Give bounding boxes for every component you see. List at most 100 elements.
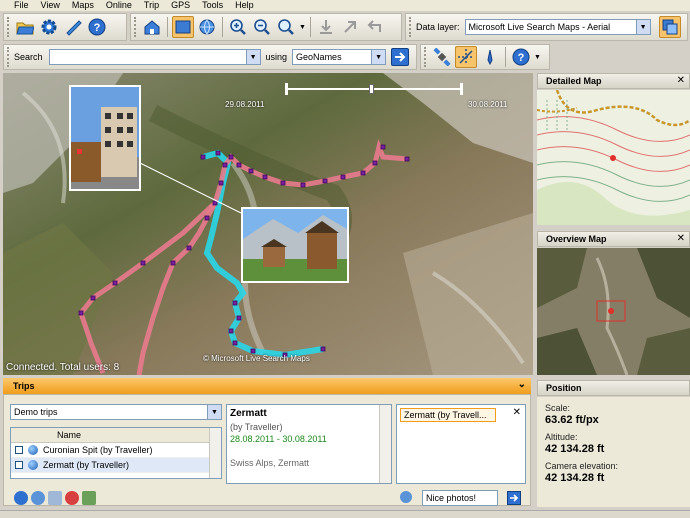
- ruler-button[interactable]: [62, 16, 84, 38]
- photo-village-image: [243, 209, 347, 281]
- upload-button[interactable]: [339, 16, 361, 38]
- arrow-right-icon: [510, 494, 519, 502]
- toolbar-separator: [505, 47, 506, 67]
- edit-icon[interactable]: [48, 491, 62, 505]
- trip-visible-checkbox[interactable]: [15, 446, 23, 454]
- time-slider-track: [285, 88, 463, 90]
- chevron-down-icon[interactable]: ▼: [299, 24, 306, 31]
- close-icon[interactable]: ✕: [677, 75, 685, 86]
- toolbar-grip[interactable]: [7, 47, 10, 67]
- menu-trip[interactable]: Trip: [144, 0, 159, 11]
- settings-button[interactable]: [38, 16, 60, 38]
- zoom-menu-button[interactable]: [275, 16, 297, 38]
- refresh-icon[interactable]: [31, 491, 45, 505]
- view-2d-button[interactable]: [172, 16, 194, 38]
- map-view[interactable]: 29.08.2011 30.08.2011 © Microsoft Live S…: [3, 73, 533, 375]
- trips-collection-value: Demo trips: [14, 407, 58, 417]
- menu-help[interactable]: Help: [235, 0, 254, 11]
- download-button[interactable]: [315, 16, 337, 38]
- pin-button[interactable]: [479, 46, 501, 68]
- trip-comments-tab[interactable]: Zermatt (by Travell...: [400, 408, 496, 422]
- zoom-out-icon: [254, 19, 270, 35]
- toolbar-grip[interactable]: [7, 17, 10, 37]
- satellite-button[interactable]: [431, 46, 453, 68]
- home-icon: [144, 20, 160, 35]
- chevron-down-icon: ▼: [245, 50, 260, 64]
- zoom-out-button[interactable]: [251, 16, 273, 38]
- search-go-button[interactable]: [391, 48, 410, 66]
- help-icon: ?: [88, 18, 106, 36]
- detailed-map-view[interactable]: [537, 90, 690, 225]
- chevron-down-icon[interactable]: ▼: [534, 54, 541, 61]
- position-header: Position: [537, 380, 690, 396]
- back-arrow-icon: [367, 20, 381, 32]
- photo-grid-icon[interactable]: [82, 491, 96, 505]
- toolbar-grip[interactable]: [424, 47, 427, 67]
- toolbar-grip[interactable]: [409, 17, 412, 37]
- trip-row-curonian[interactable]: Curonian Spit (by Traveller): [11, 443, 221, 458]
- trips-list-header: Name: [11, 428, 221, 443]
- help-button[interactable]: ?: [86, 16, 108, 38]
- column-name-header[interactable]: Name: [57, 430, 81, 440]
- search-input[interactable]: ▼: [48, 49, 261, 65]
- layers-button[interactable]: [658, 16, 681, 38]
- zoom-in-icon: [230, 19, 246, 35]
- trip-row-zermatt[interactable]: Zermatt (by Traveller): [11, 458, 221, 473]
- folder-icon: [16, 22, 34, 35]
- menu-tools[interactable]: Tools: [202, 0, 223, 11]
- trip-name: Curonian Spit (by Traveller): [43, 445, 153, 455]
- chevron-down-icon[interactable]: ⌄: [518, 379, 526, 390]
- time-slider-end-handle[interactable]: [460, 83, 463, 95]
- trip-details: Zermatt (by Traveller) 28.08.2011 - 30.0…: [226, 404, 392, 484]
- menu-file[interactable]: File: [14, 0, 29, 11]
- send-comment-button[interactable]: [507, 491, 521, 505]
- menu-view[interactable]: View: [41, 0, 60, 11]
- info-icon[interactable]: [14, 491, 28, 505]
- trip-name: Zermatt (by Traveller): [43, 460, 130, 470]
- trip-details-scrollbar[interactable]: [379, 405, 391, 483]
- time-slider-start-handle[interactable]: [285, 83, 288, 95]
- menu-online[interactable]: Online: [106, 0, 132, 11]
- close-icon[interactable]: ✕: [677, 233, 685, 244]
- close-icon[interactable]: ✕: [513, 407, 521, 418]
- photo-thumbnail-hotel[interactable]: [69, 85, 141, 191]
- comment-input[interactable]: Nice photos!: [422, 490, 498, 506]
- overview-map-image: [537, 248, 690, 375]
- menu-maps[interactable]: Maps: [72, 0, 94, 11]
- chevron-down-icon: ▼: [635, 20, 650, 34]
- altitude-value: 42 134.28 ft: [545, 443, 605, 455]
- toolbar-grip[interactable]: [134, 17, 137, 37]
- track-pink-west: [78, 201, 217, 374]
- view-3d-button[interactable]: [196, 16, 218, 38]
- satellite-icon: [433, 48, 451, 66]
- back-button[interactable]: [363, 16, 385, 38]
- overview-map-view[interactable]: [537, 248, 690, 375]
- trip-visible-checkbox[interactable]: [15, 461, 23, 469]
- date-end-label: 30.08.2011: [468, 100, 508, 109]
- trips-list-scrollbar[interactable]: [209, 428, 221, 478]
- time-slider-thumb[interactable]: [369, 84, 374, 94]
- open-folder-button[interactable]: [14, 16, 36, 38]
- trips-panel-header[interactable]: Trips ⌄: [3, 378, 531, 394]
- main-toolbar: ?: [3, 13, 127, 41]
- delete-icon[interactable]: [65, 491, 79, 505]
- trips-collection-select[interactable]: Demo trips ▼: [10, 404, 222, 420]
- data-layer-label: Data layer:: [416, 22, 460, 32]
- time-slider[interactable]: [285, 83, 463, 95]
- bottom-tab-strip[interactable]: [0, 510, 690, 518]
- camera-elevation-value: 42 134.28 ft: [545, 472, 605, 484]
- chevron-down-icon: ▼: [371, 50, 386, 64]
- help-menu-button[interactable]: ?: [510, 46, 532, 68]
- zoom-in-button[interactable]: [227, 16, 249, 38]
- 3d-globe-icon: [199, 19, 215, 35]
- search-provider-select[interactable]: GeoNames ▼: [292, 49, 387, 65]
- data-layer-select[interactable]: Microsoft Live Search Maps - Aerial ▼: [464, 19, 651, 35]
- crosshair-button[interactable]: [455, 46, 477, 68]
- trip-detail-author: (by Traveller): [230, 422, 283, 432]
- svg-text:?: ?: [518, 52, 525, 64]
- photo-thumbnail-village[interactable]: [241, 207, 349, 283]
- menu-gps[interactable]: GPS: [171, 0, 190, 11]
- pin-icon: [487, 49, 493, 66]
- layers-icon: [662, 19, 678, 35]
- home-button[interactable]: [141, 16, 163, 38]
